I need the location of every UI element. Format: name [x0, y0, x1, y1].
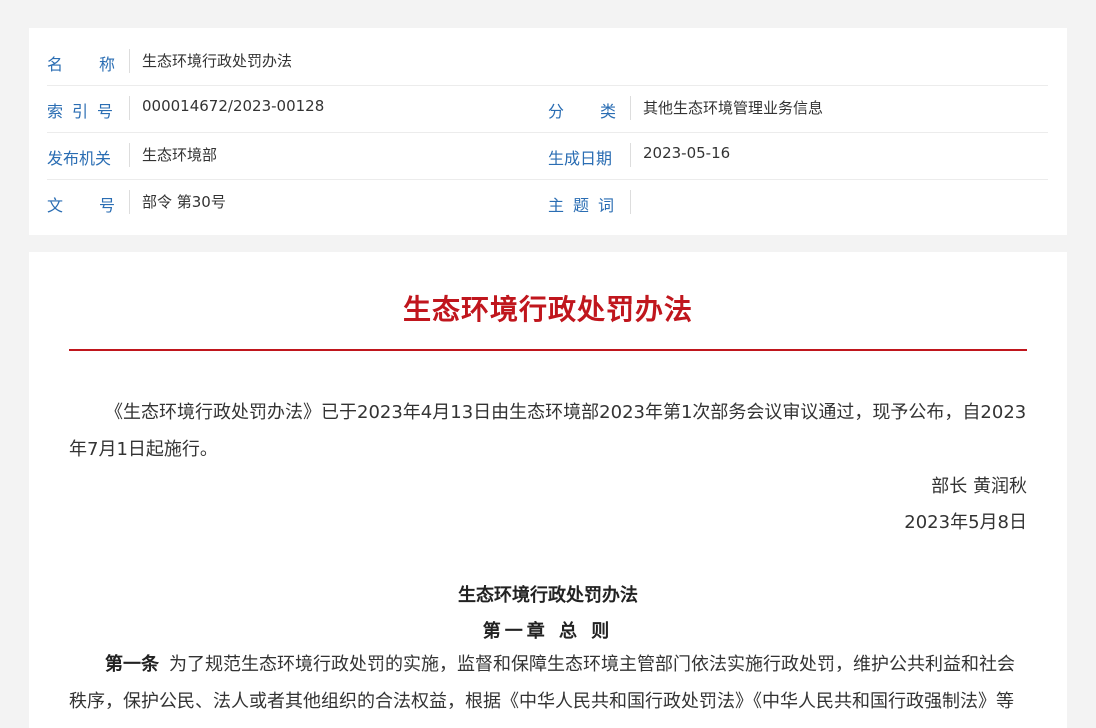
article-1-text: 为了规范生态环境行政处罚的实施，监督和保障生态环境主管部门依法实施行政处罚，维护…	[69, 654, 1015, 712]
docno-label: 文号	[47, 196, 152, 215]
document-info-panel: 名称 生态环境行政处罚办法 索引号 000014672/2023-00128 分…	[29, 28, 1067, 235]
name-label: 名称	[47, 55, 152, 74]
article-1: 第一条 为了规范生态环境行政处罚的实施，监督和保障生态环境主管部门依法实施行政处罚…	[69, 646, 1027, 728]
label-separator	[630, 96, 631, 120]
category-value: 其他生态环境管理业务信息	[643, 99, 824, 117]
meta-row-index: 索引号 000014672/2023-00128 分类 其他生态环境管理业务信息	[47, 85, 1048, 133]
document-content: 生态环境行政处罚办法 《生态环境行政处罚办法》已于2023年4月13日由生态环境…	[29, 252, 1067, 728]
name-value: 生态环境行政处罚办法	[142, 52, 293, 70]
meta-row-name: 名称 生态环境行政处罚办法	[47, 38, 1048, 86]
date-label: 生成日期	[548, 149, 613, 168]
category-label: 分类	[548, 102, 653, 121]
issuer-label: 发布机关	[47, 149, 112, 168]
label-separator	[630, 143, 631, 167]
meta-row-docno: 文号 部令 第30号 主题词	[47, 179, 1048, 226]
date-value: 2023-05-16	[643, 144, 731, 162]
issuer-value: 生态环境部	[142, 146, 218, 164]
topic-label: 主题词	[548, 196, 624, 215]
label-separator	[129, 190, 130, 214]
docno-value: 部令 第30号	[142, 193, 226, 211]
signer: 部长 黄润秋	[931, 476, 1027, 497]
chapter-title: 第一章 总 则	[482, 621, 614, 642]
intro-paragraph: 《生态环境行政处罚办法》已于2023年4月13日由生态环境部2023年第1次部务…	[69, 402, 1027, 460]
meta-row-issuer: 发布机关 生态环境部 生成日期 2023-05-16	[47, 132, 1048, 180]
article-1-label: 第一条	[105, 654, 159, 675]
label-separator	[129, 96, 130, 120]
title-divider	[69, 349, 1027, 351]
index-label: 索引号	[47, 102, 123, 121]
label-separator	[129, 49, 130, 73]
document-title: 生态环境行政处罚办法	[402, 293, 693, 326]
sign-date: 2023年5月8日	[904, 512, 1027, 533]
index-value: 000014672/2023-00128	[142, 97, 325, 115]
label-separator	[630, 190, 631, 214]
law-title: 生态环境行政处罚办法	[458, 585, 638, 606]
label-separator	[129, 143, 130, 167]
